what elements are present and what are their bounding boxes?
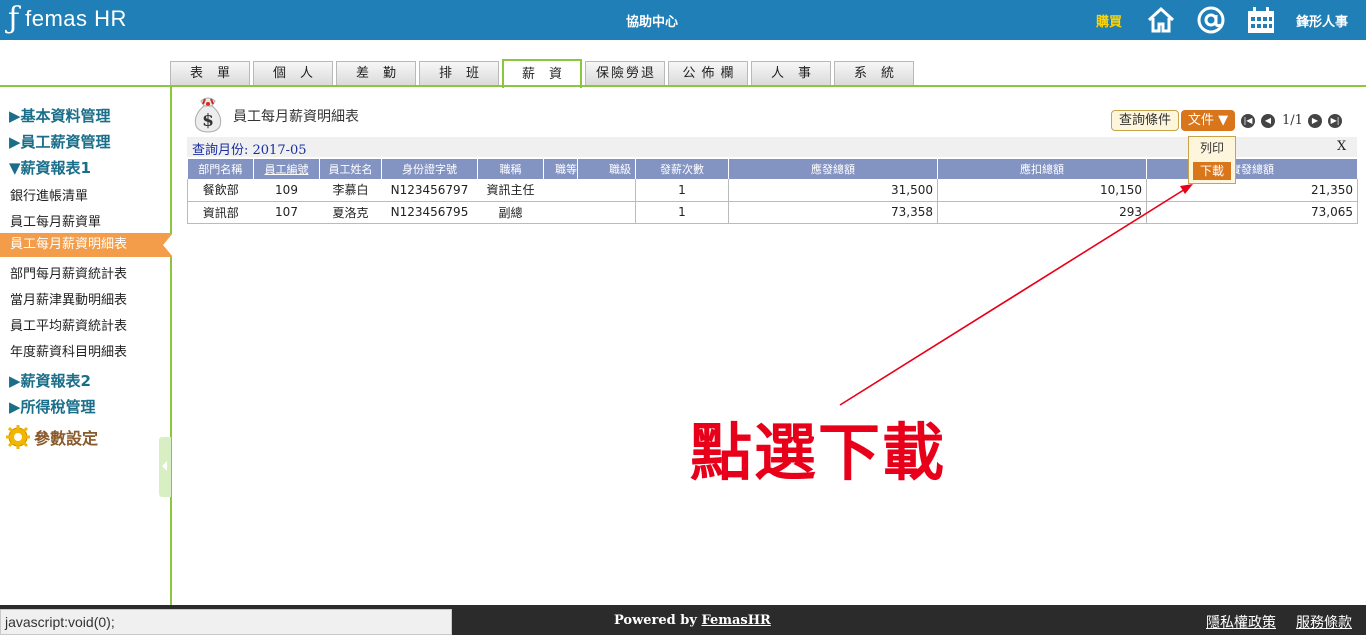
first-page-icon[interactable]: |◀ [1241,114,1255,128]
prev-page-icon[interactable]: ◀ [1261,114,1275,128]
cell-emp-name: 李慕白 [319,179,382,202]
query-bar [187,137,1357,157]
tab-bulletin[interactable]: 公佈欄 [668,61,748,86]
cell-gross: 73,358 [728,201,938,224]
sidebar-item-dept-salary-stats[interactable]: 部門每月薪資統計表 [10,263,127,282]
cell-grade [543,201,578,224]
document-button-label: 文件 [1187,113,1214,128]
cell-deduction: 293 [937,201,1147,224]
col-grade: 職等 [543,159,578,179]
sidebar-item-annual-salary-items[interactable]: 年度薪資科目明細表 [10,341,127,360]
cell-dept: 餐飲部 [187,179,254,202]
close-icon[interactable]: X [1337,139,1346,154]
cell-emp-no: 107 [253,201,320,224]
femashr-link[interactable]: FemasHR [701,613,770,628]
company-name: 鋒形人事 [1296,15,1349,30]
sidebar-collapse-handle[interactable] [159,437,171,497]
last-page-icon[interactable]: ▶| [1328,114,1342,128]
cell-id-no: N123456797 [381,179,478,202]
powered-by-prefix: Powered by [614,613,702,628]
sidebar-section-salary-mgmt[interactable]: ▶員工薪資管理 [9,131,111,152]
menu-item-print[interactable]: 列印 [1193,139,1231,157]
cell-emp-no: 109 [253,179,320,202]
query-month-label: 查詢月份: 2017-05 [192,143,307,158]
table-header-row: 部門名稱 員工編號 員工姓名 身份證字號 職稱 職等 職級 發薪次數 應發總額 … [187,159,1358,179]
help-center-link[interactable]: 協助中心 [626,11,678,30]
document-menu-button[interactable]: 文件 ▼ [1181,110,1235,131]
tab-underline [0,85,1366,87]
sidebar-item-monthly-payslip[interactable]: 員工每月薪資單 [10,211,101,230]
param-settings-label: 參數設定 [34,429,99,448]
gear-icon [6,425,30,449]
col-title: 職稱 [477,159,544,179]
calendar-icon[interactable] [1246,5,1276,35]
sidebar-section-basic-data[interactable]: ▶基本資料管理 [9,105,111,126]
home-icon[interactable] [1146,5,1176,35]
powered-by: Powered by FemasHR [614,613,771,628]
sidebar: ▶基本資料管理 ▶員工薪資管理 ▼薪資報表1 銀行進帳清單 員工每月薪資單 員工… [0,87,173,605]
money-bag-icon: $ [194,97,222,133]
cell-level [577,201,636,224]
privacy-policy-link[interactable]: 隱私權政策 [1206,612,1276,632]
document-dropdown-menu: 列印 下載 [1188,136,1236,184]
cell-net: 21,350 [1146,179,1358,202]
cell-pay-count: 1 [635,179,729,202]
tab-salary[interactable]: 薪資 [502,59,582,88]
cell-dept: 資訊部 [187,201,254,224]
sidebar-param-settings[interactable]: 參數設定 [6,425,98,449]
cell-title: 資訊主任 [477,179,544,202]
cell-pay-count: 1 [635,201,729,224]
sidebar-item-bank-list[interactable]: 銀行進帳清單 [10,185,88,204]
terms-of-service-link[interactable]: 服務條款 [1296,612,1352,632]
caret-down-icon: ▼ [1218,113,1229,128]
salary-detail-table: 部門名稱 員工編號 員工姓名 身份證字號 職稱 職等 職級 發薪次數 應發總額 … [187,159,1358,224]
tab-hr[interactable]: 人事 [751,61,831,86]
cell-level [577,179,636,202]
table-row: 餐飲部 109 李慕白 N123456797 資訊主任 1 31,500 10,… [187,179,1358,202]
col-emp-name: 員工姓名 [319,159,382,179]
col-deduction: 應扣總額 [937,159,1147,179]
menu-item-download[interactable]: 下載 [1193,162,1231,180]
query-conditions-button[interactable]: 查詢條件 [1111,110,1179,131]
sidebar-item-monthly-salary-detail[interactable]: 員工每月薪資明細表 [0,233,173,257]
col-id-no: 身份證字號 [381,159,478,179]
tab-attendance[interactable]: 差勤 [336,61,416,86]
tab-forms[interactable]: 表單 [170,61,250,86]
tab-system[interactable]: 系統 [834,61,914,86]
sidebar-section-income-tax[interactable]: ▶所得稅管理 [9,396,96,417]
femas-logo-icon: ƒ [8,1,20,36]
next-page-icon[interactable]: ▶ [1308,114,1322,128]
col-net: 實發總額 [1146,159,1358,179]
annotation-text: 點選下載 [690,416,947,489]
page-indicator: 1/1 [1282,113,1303,128]
femas-logo[interactable]: ƒ femas HR [8,4,127,34]
browser-status-url: javascript:void(0); [0,609,452,635]
cell-net: 73,065 [1146,201,1358,224]
svg-text:$: $ [202,111,214,131]
tab-personal[interactable]: 個人 [253,61,333,86]
cell-id-no: N123456795 [381,201,478,224]
sidebar-section-salary-report-1[interactable]: ▼薪資報表1 [9,157,91,178]
cell-emp-name: 夏洛克 [319,201,382,224]
at-icon[interactable] [1196,5,1226,35]
cell-deduction: 10,150 [937,179,1147,202]
buy-link[interactable]: 購買 [1096,11,1122,30]
cell-gross: 31,500 [728,179,938,202]
tab-insurance[interactable]: 保險勞退 [585,61,665,86]
sidebar-section-salary-report-2[interactable]: ▶薪資報表2 [9,370,91,391]
cell-title: 副總 [477,201,544,224]
tab-scheduling[interactable]: 排班 [419,61,499,86]
table-row: 資訊部 107 夏洛克 N123456795 副總 1 73,358 293 7… [187,201,1358,224]
sidebar-item-salary-change-detail[interactable]: 當月薪津異動明細表 [10,289,127,308]
logo-text: femas HR [25,6,127,31]
sidebar-item-average-salary-stats[interactable]: 員工平均薪資統計表 [10,315,127,334]
module-tabs: 表單 個人 差勤 排班 薪資 保險勞退 公佈欄 人事 系統 [170,59,917,88]
col-dept: 部門名稱 [187,159,254,179]
col-emp-no[interactable]: 員工編號 [253,159,320,179]
col-gross: 應發總額 [728,159,938,179]
cell-grade [543,179,578,202]
col-level: 職級 [577,159,636,179]
page-title: 員工每月薪資明細表 [233,109,359,125]
col-pay-count: 發薪次數 [635,159,729,179]
